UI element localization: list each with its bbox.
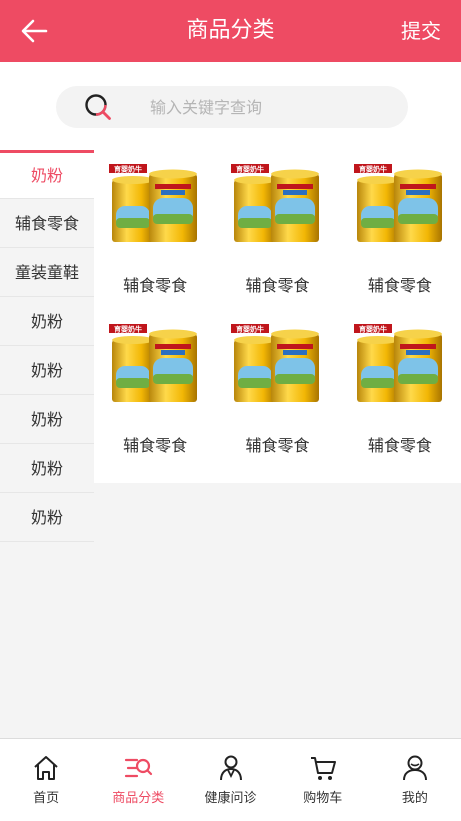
product-name: 辅食零食: [123, 436, 188, 455]
product-logo-text: 育婴奶牛: [236, 325, 264, 334]
bottom-tab-bar: 首页 商品分类 健康问诊 购物车 我的: [0, 738, 461, 821]
product-image: 育婴奶牛: [231, 164, 320, 242]
product-image: 育婴奶牛: [231, 324, 320, 402]
product-logo-text: 育婴奶牛: [359, 325, 387, 334]
product-logo-text: 育婴奶牛: [114, 165, 142, 174]
product-name: 辅食零食: [123, 276, 188, 295]
sidebar-item[interactable]: 奶粉: [0, 346, 94, 395]
product-card[interactable]: 育婴奶牛 辅食零食: [216, 322, 338, 482]
category-sidebar: 奶粉 辅食零食 童装童鞋 奶粉 奶粉 奶粉 奶粉 奶粉: [0, 150, 94, 542]
sidebar-item[interactable]: 奶粉: [0, 395, 94, 444]
sidebar-item[interactable]: 奶粉: [0, 493, 94, 542]
user-icon: [402, 755, 427, 781]
tab-label: 首页: [33, 791, 60, 806]
product-name: 辅食零食: [245, 436, 310, 455]
sidebar-item[interactable]: 奶粉: [0, 297, 94, 346]
product-image: 育婴奶牛: [109, 164, 198, 242]
tab-label: 我的: [401, 791, 428, 806]
top-bar: 商品分类 提交: [0, 0, 461, 62]
sidebar-item[interactable]: 奶粉: [0, 150, 94, 199]
sidebar-item[interactable]: 童装童鞋: [0, 248, 94, 297]
product-image: 育婴奶牛: [109, 324, 198, 402]
product-card[interactable]: 育婴奶牛 辅食零食: [216, 162, 338, 322]
home-icon: [34, 756, 58, 780]
cart-icon: [310, 757, 336, 780]
tab-home[interactable]: 首页: [0, 739, 92, 821]
product-logo-text: 育婴奶牛: [114, 325, 142, 334]
product-name: 辅食零食: [367, 276, 432, 295]
product-logo-text: 育婴奶牛: [359, 165, 387, 174]
tab-label: 购物车: [303, 791, 343, 806]
product-card[interactable]: 育婴奶牛 辅食零食: [339, 322, 461, 482]
category-icon: [125, 758, 153, 778]
tab-label: 健康问诊: [204, 791, 257, 806]
tab-doctor[interactable]: 健康问诊: [184, 739, 276, 821]
doctor-icon: [219, 755, 242, 781]
page-title: 商品分类: [186, 18, 275, 43]
tab-category[interactable]: 商品分类: [92, 739, 184, 821]
product-card[interactable]: 育婴奶牛 辅食零食: [94, 322, 216, 482]
search-area: [0, 62, 461, 150]
submit-button[interactable]: 提交: [401, 0, 441, 62]
product-name: 辅食零食: [245, 276, 310, 295]
product-card[interactable]: 育婴奶牛 辅食零食: [339, 162, 461, 322]
product-grid: 育婴奶牛 辅食零食 育婴奶牛 辅食零食 育婴奶牛 辅食零食 育婴奶牛 辅食零食 …: [94, 150, 461, 483]
product-logo-text: 育婴奶牛: [236, 165, 264, 174]
sidebar-item[interactable]: 辅食零食: [0, 199, 94, 248]
tab-user[interactable]: 我的: [369, 739, 461, 821]
product-image: 育婴奶牛: [353, 164, 442, 242]
tab-cart[interactable]: 购物车: [277, 739, 369, 821]
tab-label: 商品分类: [112, 791, 165, 806]
search-bar[interactable]: [56, 86, 408, 128]
product-image: 育婴奶牛: [353, 324, 442, 402]
search-input[interactable]: [150, 86, 390, 128]
product-name: 辅食零食: [367, 436, 432, 455]
sidebar-item[interactable]: 奶粉: [0, 444, 94, 493]
product-card[interactable]: 育婴奶牛 辅食零食: [94, 162, 216, 322]
search-icon: [85, 94, 111, 120]
